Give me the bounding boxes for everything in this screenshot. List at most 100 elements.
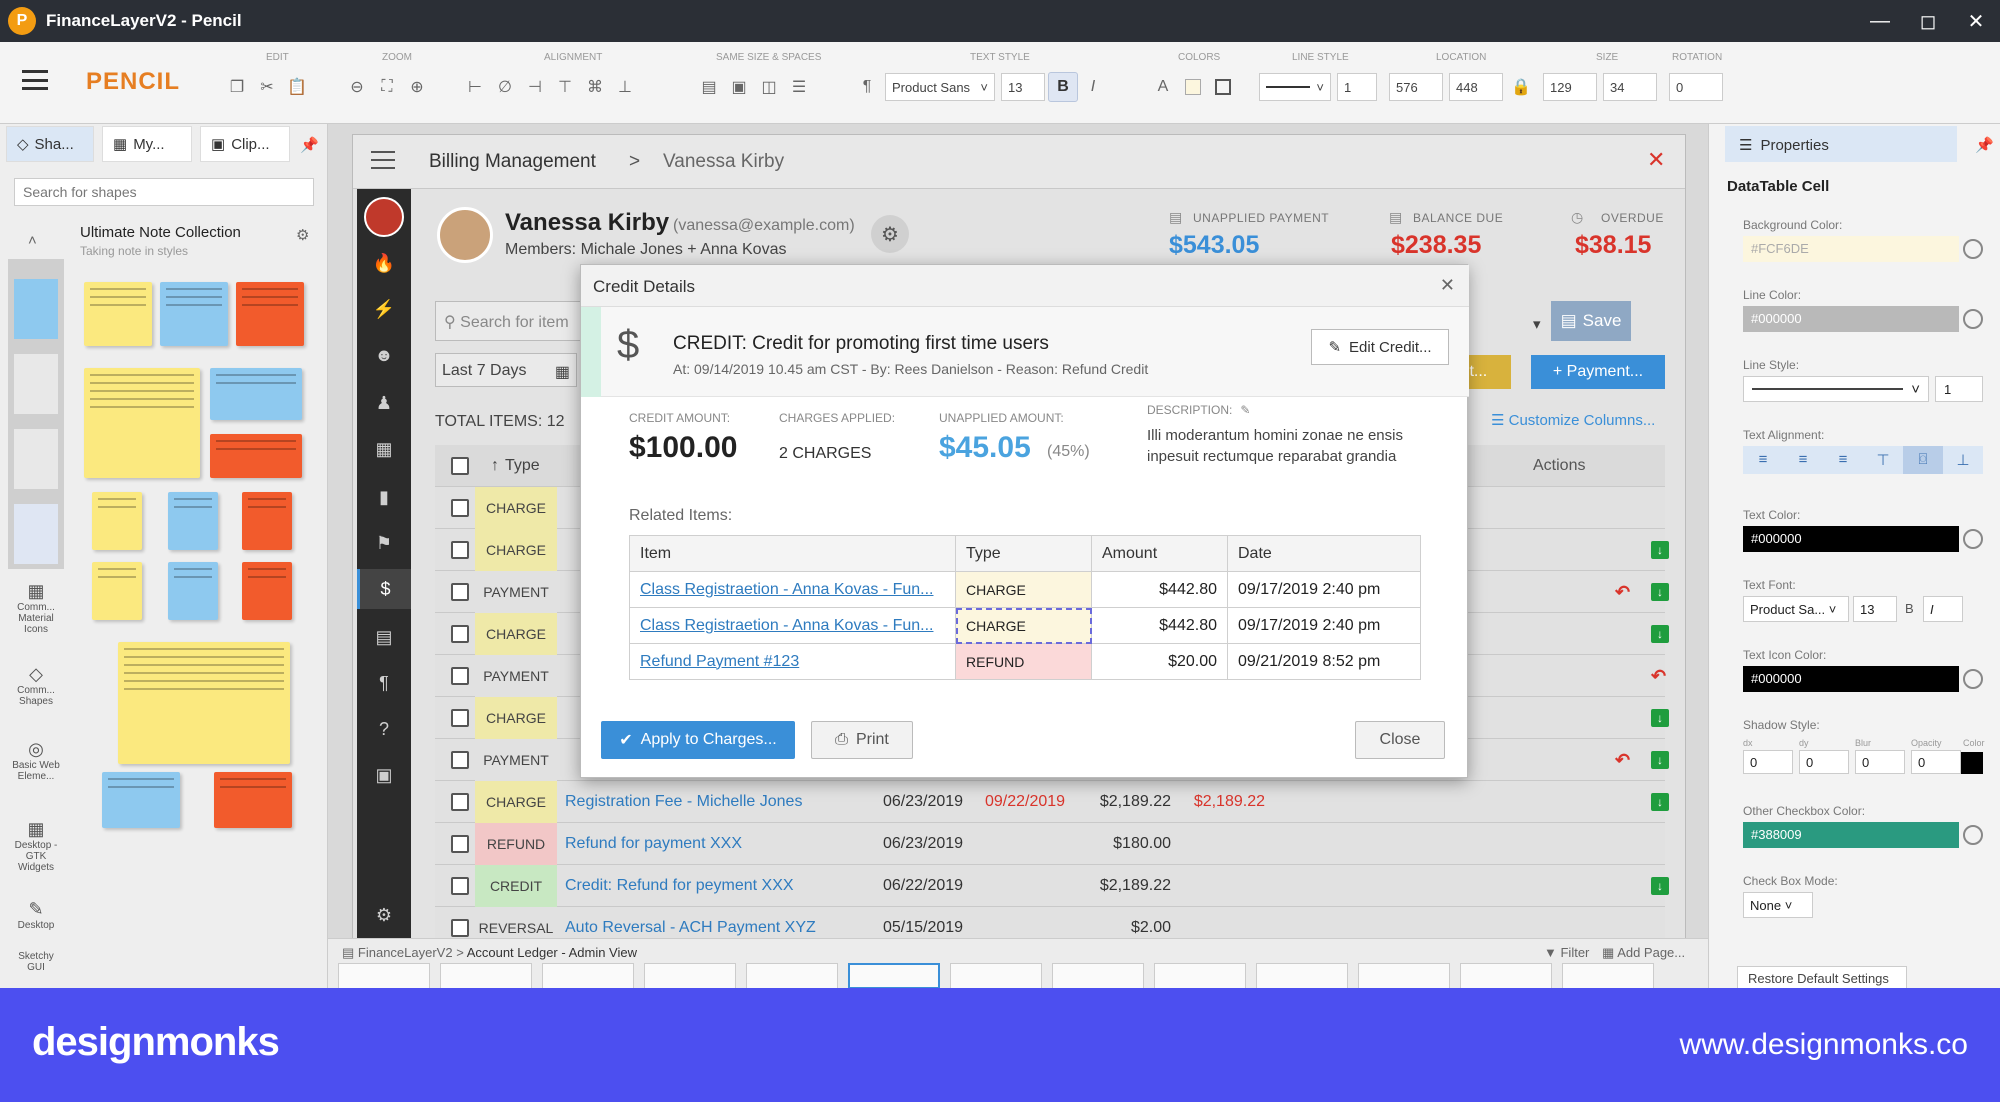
pin-icon[interactable]: 📌 (300, 136, 319, 154)
sticky-note-shape[interactable] (210, 368, 302, 420)
sticky-note-shape[interactable] (118, 642, 290, 764)
calendar-icon[interactable]: ▦ (357, 429, 411, 469)
bolt-icon[interactable]: ⚡ (357, 289, 411, 329)
thumb-lists[interactable] (14, 504, 58, 564)
selected-type-cell[interactable]: CHARGE (955, 607, 1092, 644)
sticky-note-shape[interactable] (84, 282, 152, 346)
print-button[interactable]: ⎙ Print (811, 721, 913, 759)
table-row[interactable]: REVERSAL Auto Reversal - ACH Payment XYZ 0… (435, 907, 1665, 939)
valign-middle-icon[interactable]: ⌼ (1903, 446, 1943, 474)
row-checkbox[interactable] (451, 499, 469, 517)
category-gtk-widgets[interactable]: ▦ Desktop - GTK Widgets (8, 819, 64, 873)
related-item-link[interactable]: Refund Payment #123 (640, 653, 799, 670)
row-checkbox[interactable] (451, 667, 469, 685)
shadow-opacity-field[interactable]: 0 (1911, 750, 1961, 774)
thumb-forms[interactable] (14, 354, 58, 414)
row-checkbox[interactable] (451, 709, 469, 727)
size-h-field[interactable]: 34 (1603, 73, 1657, 101)
line-style-select[interactable]: ˅ (1259, 73, 1331, 101)
table-row[interactable]: CHARGE Registration Fee - Michelle Jones 0… (435, 781, 1669, 823)
valign-bottom-icon[interactable]: ⊥ (1943, 446, 1983, 474)
align-bottom-icon[interactable]: ⊥ (610, 72, 640, 102)
page-thumb[interactable] (440, 963, 532, 989)
category-material-icons[interactable]: ▦ Comm... Material Icons (8, 581, 64, 635)
mock-menu-icon[interactable] (371, 151, 395, 169)
video-icon[interactable]: ▮ (357, 477, 411, 517)
sticky-note-shape[interactable] (242, 492, 292, 550)
icon-color-field[interactable]: #000000 (1743, 666, 1959, 692)
people-icon[interactable]: ♟ (357, 383, 411, 423)
thumb-docs[interactable] (14, 429, 58, 489)
tab-my-collections[interactable]: ▦ My... (102, 126, 192, 162)
sticky-note-shape[interactable] (84, 368, 200, 478)
page-thumb[interactable] (1052, 963, 1144, 989)
filter-button[interactable]: ▼ Filter (1544, 945, 1589, 960)
related-item-link[interactable]: Class Registraetion - Anna Kovas - Fun..… (640, 581, 933, 598)
related-type-cell[interactable]: REFUND (955, 643, 1092, 680)
fit-icon[interactable]: ⛶ (372, 72, 402, 102)
download-icon[interactable]: ↓ (1651, 709, 1669, 727)
fill-color-icon[interactable] (1178, 72, 1208, 102)
lock-icon[interactable]: 🔒 (1506, 72, 1536, 102)
font-family-select[interactable]: Product Sans ˅ (885, 73, 995, 101)
download-icon[interactable]: ↓ (1651, 583, 1669, 601)
sticky-note-shape[interactable] (160, 282, 228, 346)
related-item-link[interactable]: Class Registraetion - Anna Kovas - Fun..… (640, 617, 933, 634)
sticky-note-shape[interactable] (92, 562, 142, 620)
thumb-notes[interactable] (14, 279, 58, 339)
item-search-input[interactable]: ⚲ Search for item (435, 301, 595, 341)
line-color-field[interactable]: #000000 (1743, 306, 1959, 332)
italic-icon[interactable]: I (1078, 72, 1108, 102)
page-thumb[interactable] (1256, 963, 1348, 989)
reverse-icon[interactable]: ↶ (1651, 666, 1666, 687)
add-page-button[interactable]: ▦ Add Page... (1602, 945, 1685, 961)
font-size-field[interactable]: 13 (1001, 73, 1045, 101)
customer-settings-icon[interactable]: ⚙ (871, 215, 909, 253)
table-row[interactable]: REFUND Refund for payment XXX 06/23/2019 $1… (435, 823, 1665, 865)
line-width-field[interactable]: 1 (1337, 73, 1377, 101)
page-crumb-current[interactable]: Account Ledger - Admin View (467, 945, 637, 960)
align-center-icon[interactable]: ∅ (490, 72, 520, 102)
tab-clipart[interactable]: ▣ Clip... (200, 126, 290, 162)
bg-color-picker-icon[interactable] (1963, 239, 1983, 259)
bag-icon[interactable]: ▣ (357, 755, 411, 795)
shadow-dx-field[interactable]: 0 (1743, 750, 1793, 774)
checkbox-color-field[interactable]: #388009 (1743, 822, 1959, 848)
reverse-icon[interactable]: ↶ (1615, 582, 1630, 603)
minimize-icon[interactable]: — (1856, 0, 1904, 42)
paste-icon[interactable]: 📋 (282, 72, 312, 102)
face-icon[interactable]: ☻ (357, 335, 411, 375)
copy-icon[interactable]: ❐ (222, 72, 252, 102)
sticky-note-shape[interactable] (168, 492, 218, 550)
size-w-field[interactable]: 129 (1543, 73, 1597, 101)
page-crumb-root[interactable]: FinanceLayerV2 (358, 945, 453, 960)
sticky-note-shape[interactable] (168, 562, 218, 620)
row-checkbox[interactable] (451, 793, 469, 811)
page-thumb[interactable] (338, 963, 430, 989)
page-thumb[interactable] (950, 963, 1042, 989)
apply-to-charges-button[interactable]: ✔ Apply to Charges... (601, 721, 795, 759)
category-desktop[interactable]: ✎ Desktop (8, 899, 64, 931)
align-right-icon[interactable]: ⊣ (520, 72, 550, 102)
help-icon[interactable]: ? (357, 709, 411, 749)
close-button[interactable]: Close (1355, 721, 1445, 759)
row-checkbox[interactable] (451, 583, 469, 601)
checkbox-color-picker-icon[interactable] (1963, 825, 1983, 845)
paint-icon[interactable]: ¶ (357, 663, 411, 703)
download-icon[interactable]: ↓ (1651, 877, 1669, 895)
space-v-icon[interactable]: ☰ (784, 72, 814, 102)
row-checkbox[interactable] (451, 919, 469, 937)
shadow-color-swatch[interactable] (1961, 752, 1983, 774)
sticky-note-shape[interactable] (214, 772, 292, 828)
row-checkbox[interactable] (451, 835, 469, 853)
zoom-in-icon[interactable]: ⊕ (402, 72, 432, 102)
checkbox-mode-select[interactable]: None ˅ (1743, 892, 1813, 918)
shadow-blur-field[interactable]: 0 (1855, 750, 1905, 774)
text-color-icon[interactable]: A (1148, 72, 1178, 102)
shadow-dy-field[interactable]: 0 (1799, 750, 1849, 774)
align-left-text-icon[interactable]: ≡ (1743, 446, 1783, 474)
row-checkbox[interactable] (451, 625, 469, 643)
valign-top-icon[interactable]: ⊤ (1863, 446, 1903, 474)
text-italic-toggle[interactable]: I (1923, 596, 1963, 622)
footer-url[interactable]: www.designmonks.co (1680, 1028, 1968, 1062)
